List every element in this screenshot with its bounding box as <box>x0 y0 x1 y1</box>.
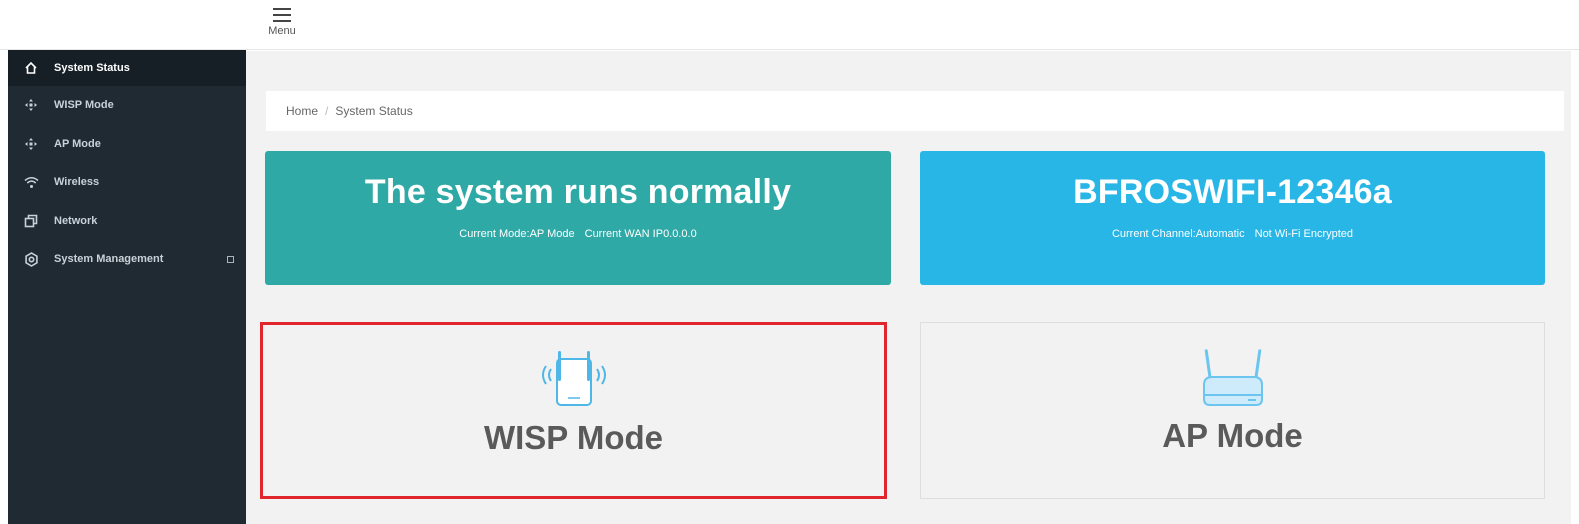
status-title: The system runs normally <box>364 173 792 211</box>
gear-icon <box>22 251 40 267</box>
menu-button[interactable]: Menu <box>262 6 302 42</box>
move-arrows-icon <box>22 136 40 152</box>
wifi-info-card: BFROSWIFI-12346a Current Channel:Automat… <box>920 151 1545 285</box>
breadcrumb-home-link[interactable]: Home <box>286 104 318 118</box>
sidebar: System Status WISP Mode AP Mode Wireless… <box>8 50 246 524</box>
expand-toggle-icon[interactable] <box>227 256 234 264</box>
wisp-mode-label: WISP Mode <box>483 419 664 456</box>
router-icon <box>921 347 1544 409</box>
sidebar-item-wireless[interactable]: Wireless <box>8 163 246 202</box>
sidebar-item-system-status[interactable]: System Status <box>8 50 246 86</box>
breadcrumb-separator: / <box>325 104 329 118</box>
sidebar-item-label: System Management <box>54 253 164 266</box>
repeater-icon <box>263 349 884 411</box>
main-content: Home / System Status The system runs nor… <box>246 51 1571 524</box>
sidebar-item-network[interactable]: Network <box>8 202 246 241</box>
channel-text: Current Channel:Automatic <box>1111 228 1245 240</box>
status-details: Current Mode:AP Mode Current WAN IP0.0.0.… <box>265 228 891 240</box>
sidebar-item-label: WISP Mode <box>54 99 114 112</box>
menu-label: Menu <box>268 25 296 37</box>
ap-mode-option[interactable]: AP Mode <box>920 322 1545 499</box>
ssid-title: BFROSWIFI-12346a <box>1073 173 1392 211</box>
wisp-mode-option[interactable]: WISP Mode <box>260 322 887 499</box>
top-bar: Menu <box>0 0 1579 50</box>
current-mode-text: Current Mode:AP Mode <box>459 228 575 240</box>
wifi-details: Current Channel:Automatic Not Wi-Fi Encry… <box>920 228 1545 240</box>
sidebar-item-wisp-mode[interactable]: WISP Mode <box>8 86 246 125</box>
breadcrumb-current: System Status <box>335 104 413 118</box>
sidebar-item-ap-mode[interactable]: AP Mode <box>8 125 246 164</box>
sidebar-item-label: Network <box>54 214 98 227</box>
system-status-card: The system runs normally Current Mode:AP… <box>265 151 891 285</box>
sidebar-item-label: AP Mode <box>54 137 101 150</box>
sidebar-item-label: Wireless <box>54 176 100 189</box>
hamburger-icon <box>273 8 291 22</box>
move-arrows-icon <box>22 97 40 113</box>
wan-ip-text: Current WAN IP0.0.0.0 <box>584 228 697 240</box>
encryption-text: Not Wi-Fi Encrypted <box>1254 228 1354 240</box>
wifi-icon <box>22 174 40 190</box>
sidebar-item-label: System Status <box>54 62 130 74</box>
windows-icon <box>22 213 40 229</box>
ap-mode-label: AP Mode <box>1162 417 1303 454</box>
breadcrumb: Home / System Status <box>266 91 1564 131</box>
sidebar-item-system-management[interactable]: System Management <box>8 240 246 279</box>
home-icon <box>22 60 40 76</box>
